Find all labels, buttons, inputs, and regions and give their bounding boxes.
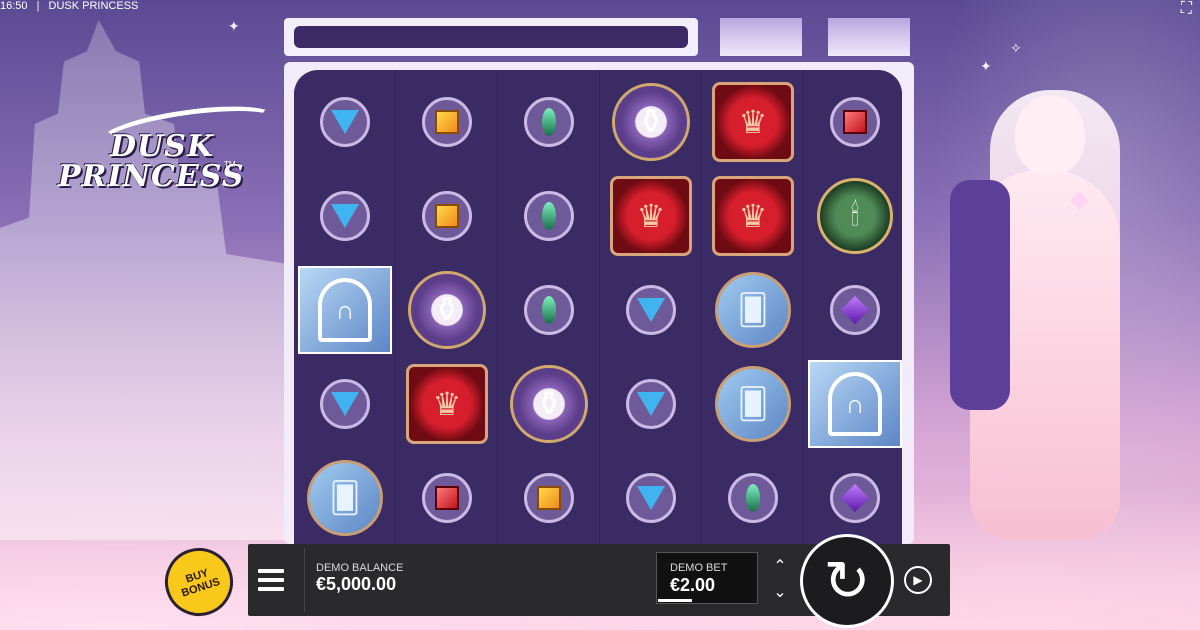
symbol-red-gem — [807, 78, 902, 166]
symbol-blue-gem — [603, 360, 699, 448]
red-gem-icon — [830, 97, 880, 147]
spin-icon: ↻ — [823, 549, 871, 612]
princess-character: ◆ — [930, 90, 1160, 540]
symbol-crown: ♛ — [705, 78, 801, 166]
fullscreen-icon[interactable]: ⛶ — [1181, 0, 1192, 18]
wild-icon: ∩ — [808, 360, 902, 448]
logo-tm: TM — [224, 160, 236, 169]
symbol-green-gem — [705, 454, 801, 542]
hamburger-icon — [258, 578, 284, 582]
symbol-teapot: ⚱ — [399, 266, 495, 354]
symbol-crown: ♛ — [603, 172, 699, 260]
symbol-blue-gem — [297, 360, 393, 448]
buy-bonus-label: BUY BONUS — [180, 566, 222, 600]
blue-gem-icon — [320, 379, 370, 429]
frame-pillar — [720, 18, 802, 56]
frame-pillar — [828, 18, 910, 56]
cards-icon: 🂠 — [307, 460, 383, 536]
symbol-crown: ♛ — [705, 172, 801, 260]
star-icon: ✧ — [1010, 40, 1022, 56]
symbol-teapot: ⚱ — [603, 78, 699, 166]
symbol-cards: 🂠 — [705, 266, 801, 354]
red-gem-icon — [422, 473, 472, 523]
crown-icon: ♛ — [406, 364, 488, 444]
chevron-up-icon[interactable]: ⌃ — [773, 556, 786, 576]
symbol-cards: 🂠 — [705, 360, 801, 448]
bet-label: DEMO BET — [670, 562, 728, 574]
star-icon: ✦ — [228, 18, 240, 34]
status-bar: 16:50 | DUSK PRINCESS — [0, 0, 144, 12]
spin-button[interactable]: ↻ — [800, 534, 894, 628]
symbol-blue-gem — [297, 78, 393, 166]
symbol-candle: 🕯 — [807, 172, 902, 260]
teapot-icon: ⚱ — [612, 83, 690, 161]
clock: 16:50 — [0, 0, 28, 12]
balance-label: DEMO BALANCE — [316, 562, 404, 574]
purple-gem-icon — [830, 473, 880, 523]
symbol-blue-gem — [603, 266, 699, 354]
wild-icon: ∩ — [298, 266, 392, 354]
symbol-orange-gem — [501, 454, 597, 542]
candle-icon: 🕯 — [817, 178, 893, 254]
green-gem-icon — [524, 285, 574, 335]
blue-gem-icon — [626, 379, 676, 429]
blue-gem-icon — [320, 97, 370, 147]
symbol-red-gem — [399, 454, 495, 542]
autoplay-button[interactable]: ▶ — [904, 566, 932, 594]
blue-gem-icon — [626, 285, 676, 335]
orange-gem-icon — [422, 191, 472, 241]
symbol-blue-gem — [297, 172, 393, 260]
logo-line-2: PRINCESS — [58, 159, 245, 194]
purple-gem-icon — [830, 285, 880, 335]
teapot-icon: ⚱ — [408, 271, 486, 349]
orange-gem-icon — [422, 97, 472, 147]
symbol-cards: 🂠 — [297, 454, 393, 542]
logo-line-1: DUSK — [110, 129, 214, 164]
orange-gem-icon — [524, 473, 574, 523]
princess-cloak — [950, 180, 1010, 410]
separator: | — [36, 0, 40, 12]
logo-text: DUSK PRINCESS — [58, 132, 244, 192]
crown-icon: ♛ — [712, 176, 794, 256]
princess-head — [1015, 95, 1085, 175]
bet-adjust[interactable]: ⌃ ⌄ — [766, 556, 794, 602]
green-gem-icon — [728, 473, 778, 523]
symbol-green-gem — [501, 172, 597, 260]
crown-icon: ♛ — [610, 176, 692, 256]
divider — [304, 548, 305, 612]
bet-value: €2.00 — [670, 575, 716, 595]
symbol-purple-gem — [807, 454, 902, 542]
reel-area: ∩ 🂠 ⚱ ♛ ⚱ ⚱ ♛ ♛ ♛ 🂠 🂠 🕯 ∩ — [294, 70, 902, 544]
hamburger-icon — [258, 587, 284, 591]
star-icon: ✦ — [980, 58, 992, 74]
autoplay-icon: ▶ — [913, 573, 923, 587]
symbol-wild: ∩ — [807, 360, 902, 448]
symbol-orange-gem — [399, 172, 495, 260]
symbol-crown: ♛ — [399, 360, 495, 448]
blue-gem-icon — [626, 473, 676, 523]
hamburger-icon — [258, 569, 284, 573]
symbol-wild: ∩ — [297, 266, 393, 354]
symbol-green-gem — [501, 78, 597, 166]
game-title: DUSK PRINCESS — [48, 0, 139, 12]
green-gem-icon — [524, 191, 574, 241]
crown-icon: ♛ — [712, 82, 794, 162]
bet-level-bar — [658, 599, 692, 602]
chevron-down-icon[interactable]: ⌄ — [773, 582, 786, 602]
symbol-orange-gem — [399, 78, 495, 166]
green-gem-icon — [524, 97, 574, 147]
symbol-green-gem — [501, 266, 597, 354]
symbol-teapot: ⚱ — [501, 360, 597, 448]
teapot-icon: ⚱ — [510, 365, 588, 443]
crystal-icon: ◆ — [1070, 186, 1089, 213]
cards-icon: 🂠 — [715, 272, 791, 348]
symbol-purple-gem — [807, 266, 902, 354]
cards-icon: 🂠 — [715, 366, 791, 442]
balance-value: €5,000.00 — [316, 574, 397, 594]
top-banner-inner — [294, 26, 688, 48]
symbol-blue-gem — [603, 454, 699, 542]
game-logo: DUSK PRINCESS TM — [38, 97, 280, 220]
blue-gem-icon — [320, 191, 370, 241]
menu-button[interactable] — [258, 562, 294, 598]
